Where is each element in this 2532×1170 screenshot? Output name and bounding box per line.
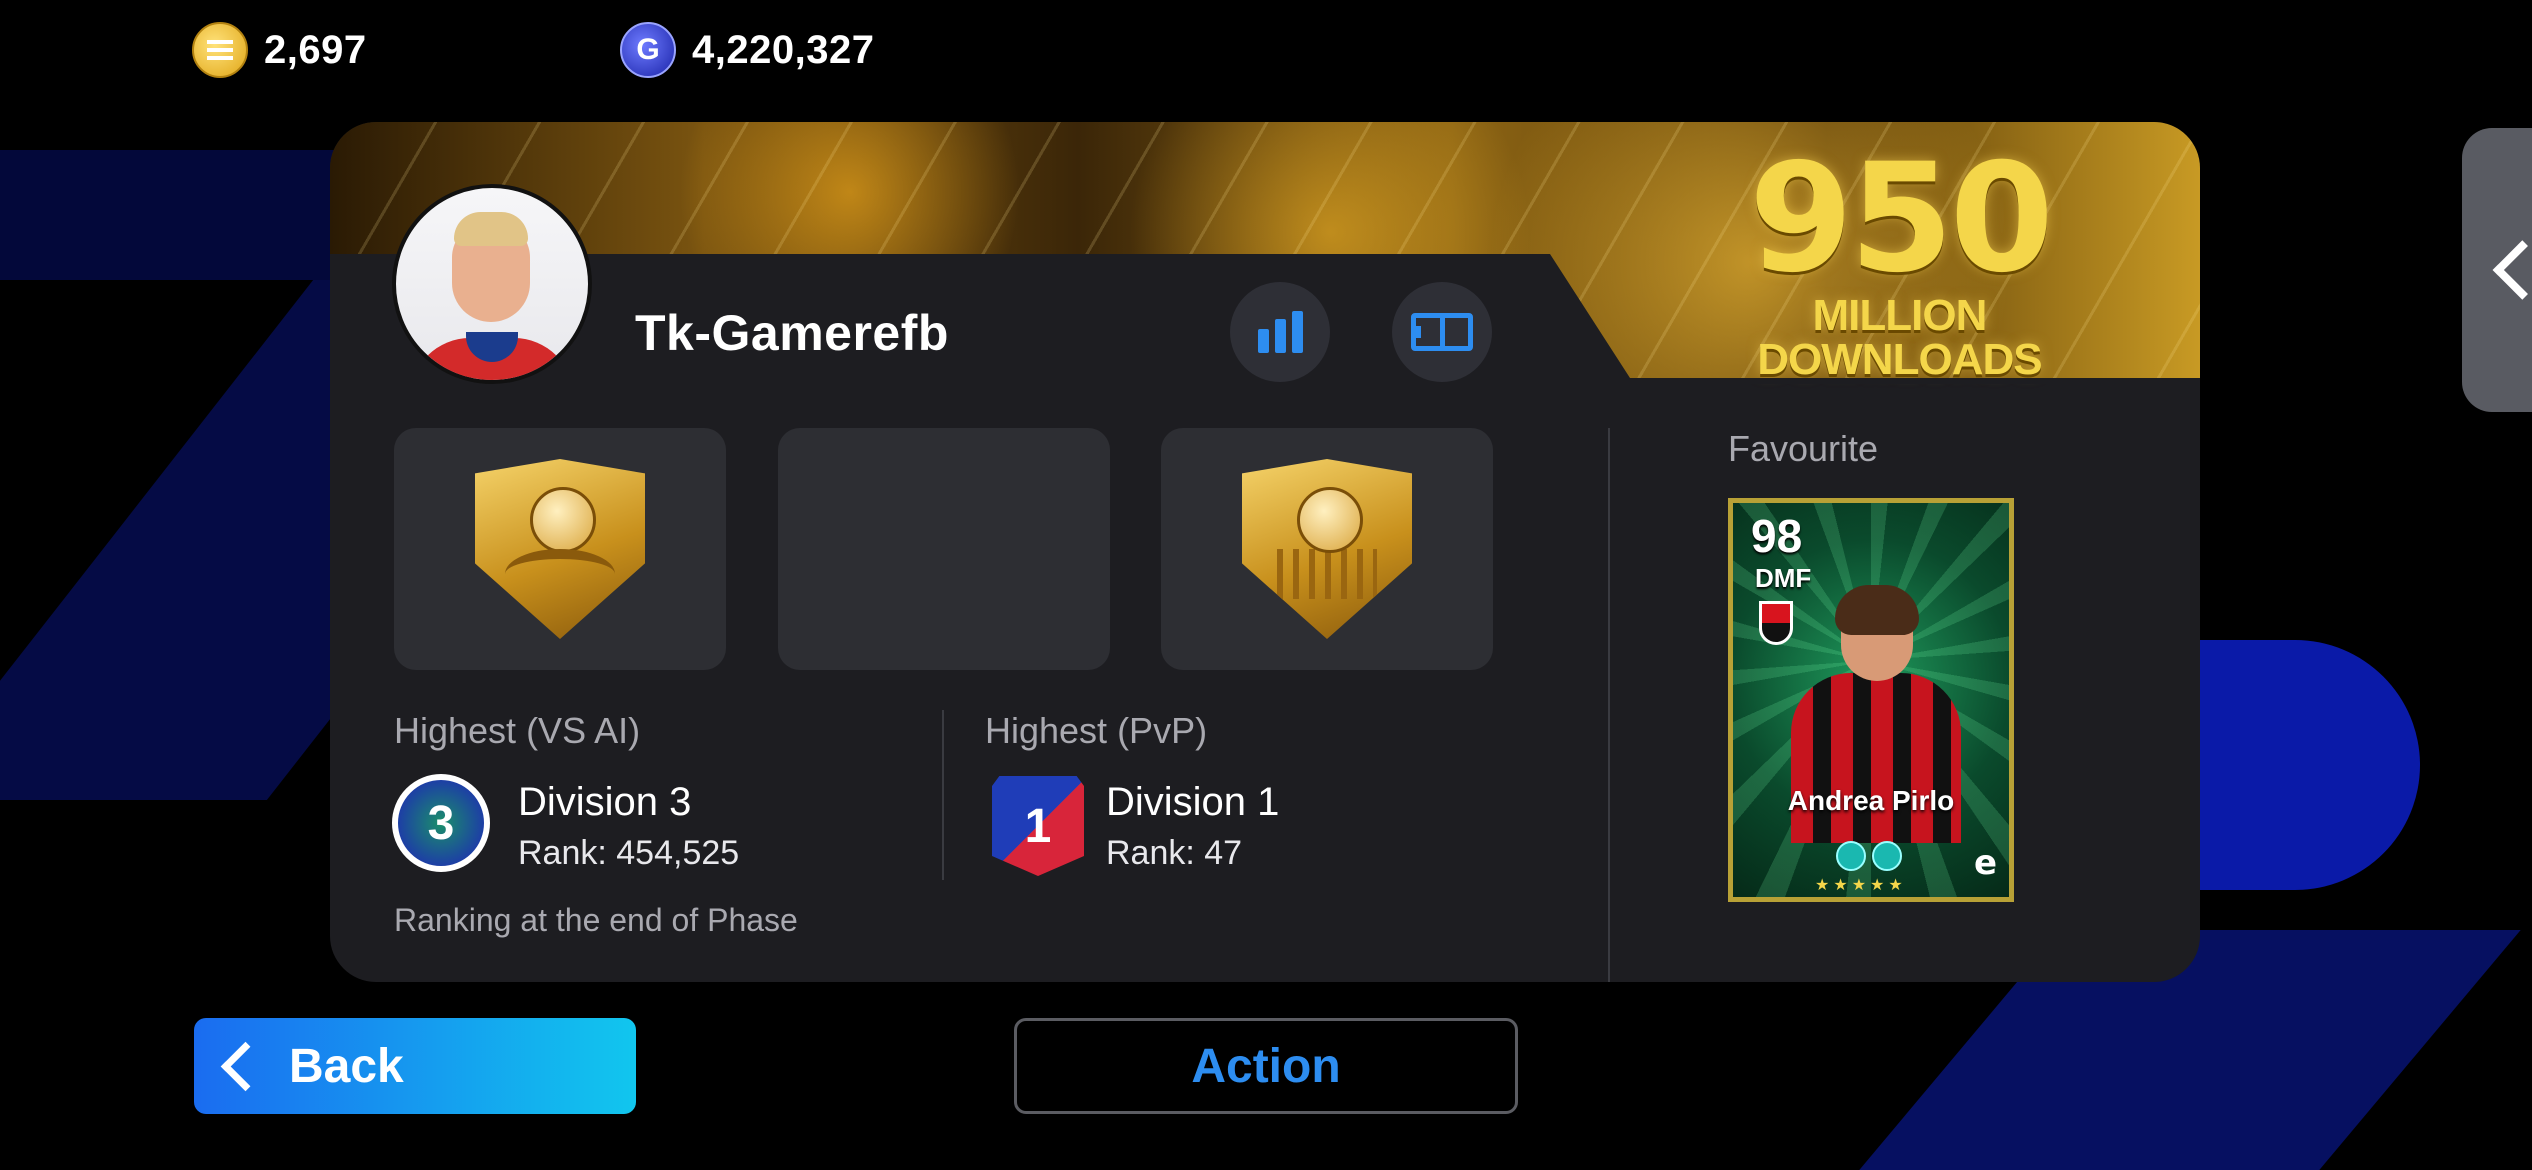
coins-display: 2,697 [192, 22, 367, 78]
gp-icon: G [620, 22, 676, 78]
downloads-number: 950 [1748, 132, 2054, 306]
ai-division: Division 3 [518, 780, 692, 824]
highest-pvp-label: Highest (PvP) [985, 710, 1208, 751]
favourite-label: Favourite [1728, 428, 1879, 469]
coins-value: 2,697 [264, 27, 367, 72]
back-button[interactable]: Back [194, 1018, 636, 1114]
back-label: Back [289, 1039, 404, 1093]
downloads-badge: 950 MILLION DOWNLOADS [1748, 132, 2054, 384]
pvp-rank: Rank: 47 [1106, 834, 1243, 872]
efootball-logo-icon: e [1973, 843, 1997, 883]
division-badge-icon: 1 [992, 776, 1084, 876]
side-panel-tab[interactable] [2462, 128, 2532, 412]
trophy-slot-empty[interactable] [778, 428, 1110, 670]
gp-display: G 4,220,327 [620, 22, 874, 78]
formation-icon [1411, 313, 1473, 351]
highest-ai-label: Highest (VS AI) [394, 710, 641, 751]
ai-rank: Rank: 454,525 [518, 834, 740, 872]
divider [1608, 428, 1610, 982]
ranking-note: Ranking at the end of Phase [394, 902, 798, 938]
player-rating: 98 [1751, 510, 1803, 562]
gp-value: 4,220,327 [692, 27, 875, 72]
trophy-icon [1242, 459, 1412, 639]
downloads-line2: DOWNLOADS [1757, 335, 2042, 384]
trophy-icon [475, 459, 645, 639]
favourite-player-card[interactable]: 98 DMF Andrea Pirlo ★★★★★ e [1728, 498, 2014, 902]
division-badge-icon: 3 [392, 774, 490, 872]
stats-icon [1257, 311, 1303, 353]
action-button[interactable]: Action [1014, 1018, 1518, 1114]
stats-button[interactable] [1230, 282, 1330, 382]
chevron-left-icon [220, 1041, 271, 1091]
coin-icon [192, 22, 248, 78]
divider [942, 710, 944, 880]
avatar[interactable] [392, 184, 592, 384]
player-stars: ★★★★★ [1815, 877, 1907, 894]
chevron-left-icon [2492, 240, 2532, 300]
player-name: Andrea Pirlo [1787, 785, 1955, 816]
trophy-slot[interactable] [1161, 428, 1493, 670]
player-position: DMF [1755, 563, 1812, 593]
skill-icons [1836, 841, 1902, 871]
pvp-division: Division 1 [1106, 780, 1280, 824]
username: Tk-Gamerefb [635, 305, 949, 361]
trophy-slot[interactable] [394, 428, 726, 670]
profile-panel: 950 MILLION DOWNLOADS Tk-Gamerefb Highes… [330, 122, 2200, 982]
club-crest-icon [1759, 601, 1793, 645]
action-label: Action [1191, 1039, 1341, 1093]
formation-button[interactable] [1392, 282, 1492, 382]
